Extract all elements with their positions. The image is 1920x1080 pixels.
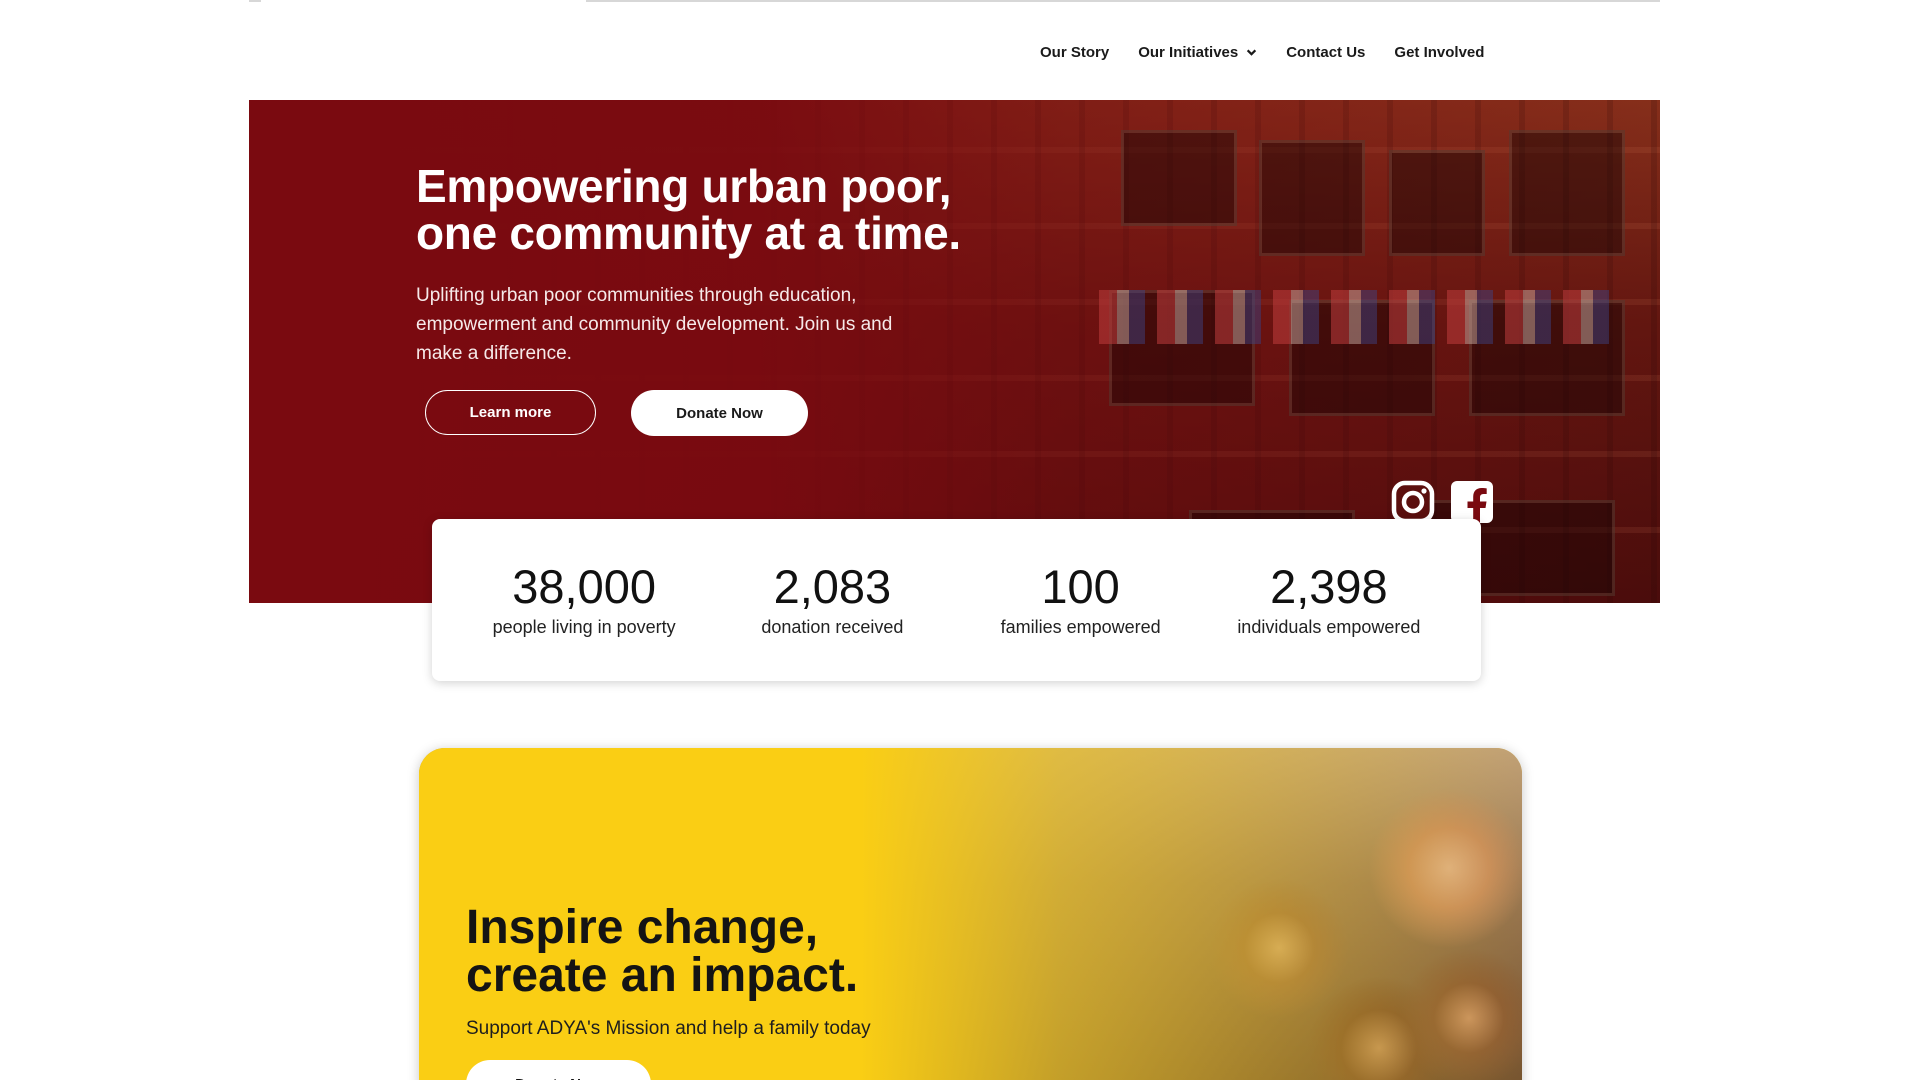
page: Our Story Our Initiatives Contact Us Get… bbox=[0, 0, 1920, 1080]
cta-title: Inspire change, create an impact. bbox=[466, 904, 1026, 1000]
cta-title-line-2: create an impact. bbox=[466, 949, 859, 1002]
impact-stats-card: 38,000 people living in poverty 2,083 do… bbox=[432, 519, 1481, 681]
stat-donations-received: 2,083 donation received bbox=[717, 561, 947, 639]
stat-label: donation received bbox=[761, 617, 904, 637]
stat-label: people living in poverty bbox=[492, 617, 676, 637]
nav-get-involved-label: Get Involved bbox=[1394, 43, 1485, 61]
instagram-icon[interactable] bbox=[1391, 480, 1435, 524]
cta-subtitle: Support ADYA's Mission and help a family… bbox=[466, 1018, 871, 1039]
chevron-down-icon bbox=[1247, 49, 1257, 56]
nav-our-story-label: Our Story bbox=[1040, 43, 1110, 61]
hero-subtitle: Uplifting urban poor communities through… bbox=[416, 285, 893, 364]
stat-value: 2,398 bbox=[1270, 560, 1388, 613]
cta-title-line-1: Inspire change, bbox=[466, 901, 819, 954]
cta-donate-now-button[interactable]: Donate Now bbox=[466, 1060, 651, 1080]
stat-people-in-poverty: 38,000 people living in poverty bbox=[469, 561, 699, 639]
hero-title-line-2: one community at a time. bbox=[416, 207, 961, 259]
hero-title: Empowering urban poor, one community at … bbox=[416, 163, 1036, 257]
donate-now-button[interactable]: Donate Now bbox=[631, 390, 808, 436]
facebook-icon[interactable] bbox=[1450, 480, 1494, 524]
top-divider-left bbox=[249, 0, 261, 2]
hero-title-line-1: Empowering urban poor, bbox=[416, 160, 952, 212]
nav-our-initiatives[interactable]: Our Initiatives bbox=[1138, 44, 1257, 61]
stat-value: 38,000 bbox=[512, 560, 656, 613]
stat-value: 2,083 bbox=[773, 560, 892, 613]
top-divider bbox=[586, 0, 1660, 2]
stat-value: 100 bbox=[1041, 560, 1120, 613]
stat-label: families empowered bbox=[1000, 617, 1161, 637]
nav-get-involved[interactable]: Get Involved bbox=[1394, 44, 1484, 61]
stat-label: individuals empowered bbox=[1237, 617, 1421, 637]
nav-contact-us-label: Contact Us bbox=[1286, 43, 1366, 61]
learn-more-button[interactable]: Learn more bbox=[425, 390, 596, 435]
main-nav: Our Story Our Initiatives Contact Us Get… bbox=[1040, 38, 1484, 66]
nav-our-story[interactable]: Our Story bbox=[1040, 44, 1109, 61]
stat-families-empowered: 100 families empowered bbox=[966, 561, 1196, 639]
donate-cta-banner: Inspire change, create an impact. Suppor… bbox=[419, 748, 1522, 1080]
nav-contact-us[interactable]: Contact Us bbox=[1286, 44, 1365, 61]
nav-our-initiatives-label: Our Initiatives bbox=[1138, 43, 1239, 61]
stat-individuals-empowered: 2,398 individuals empowered bbox=[1214, 561, 1444, 639]
